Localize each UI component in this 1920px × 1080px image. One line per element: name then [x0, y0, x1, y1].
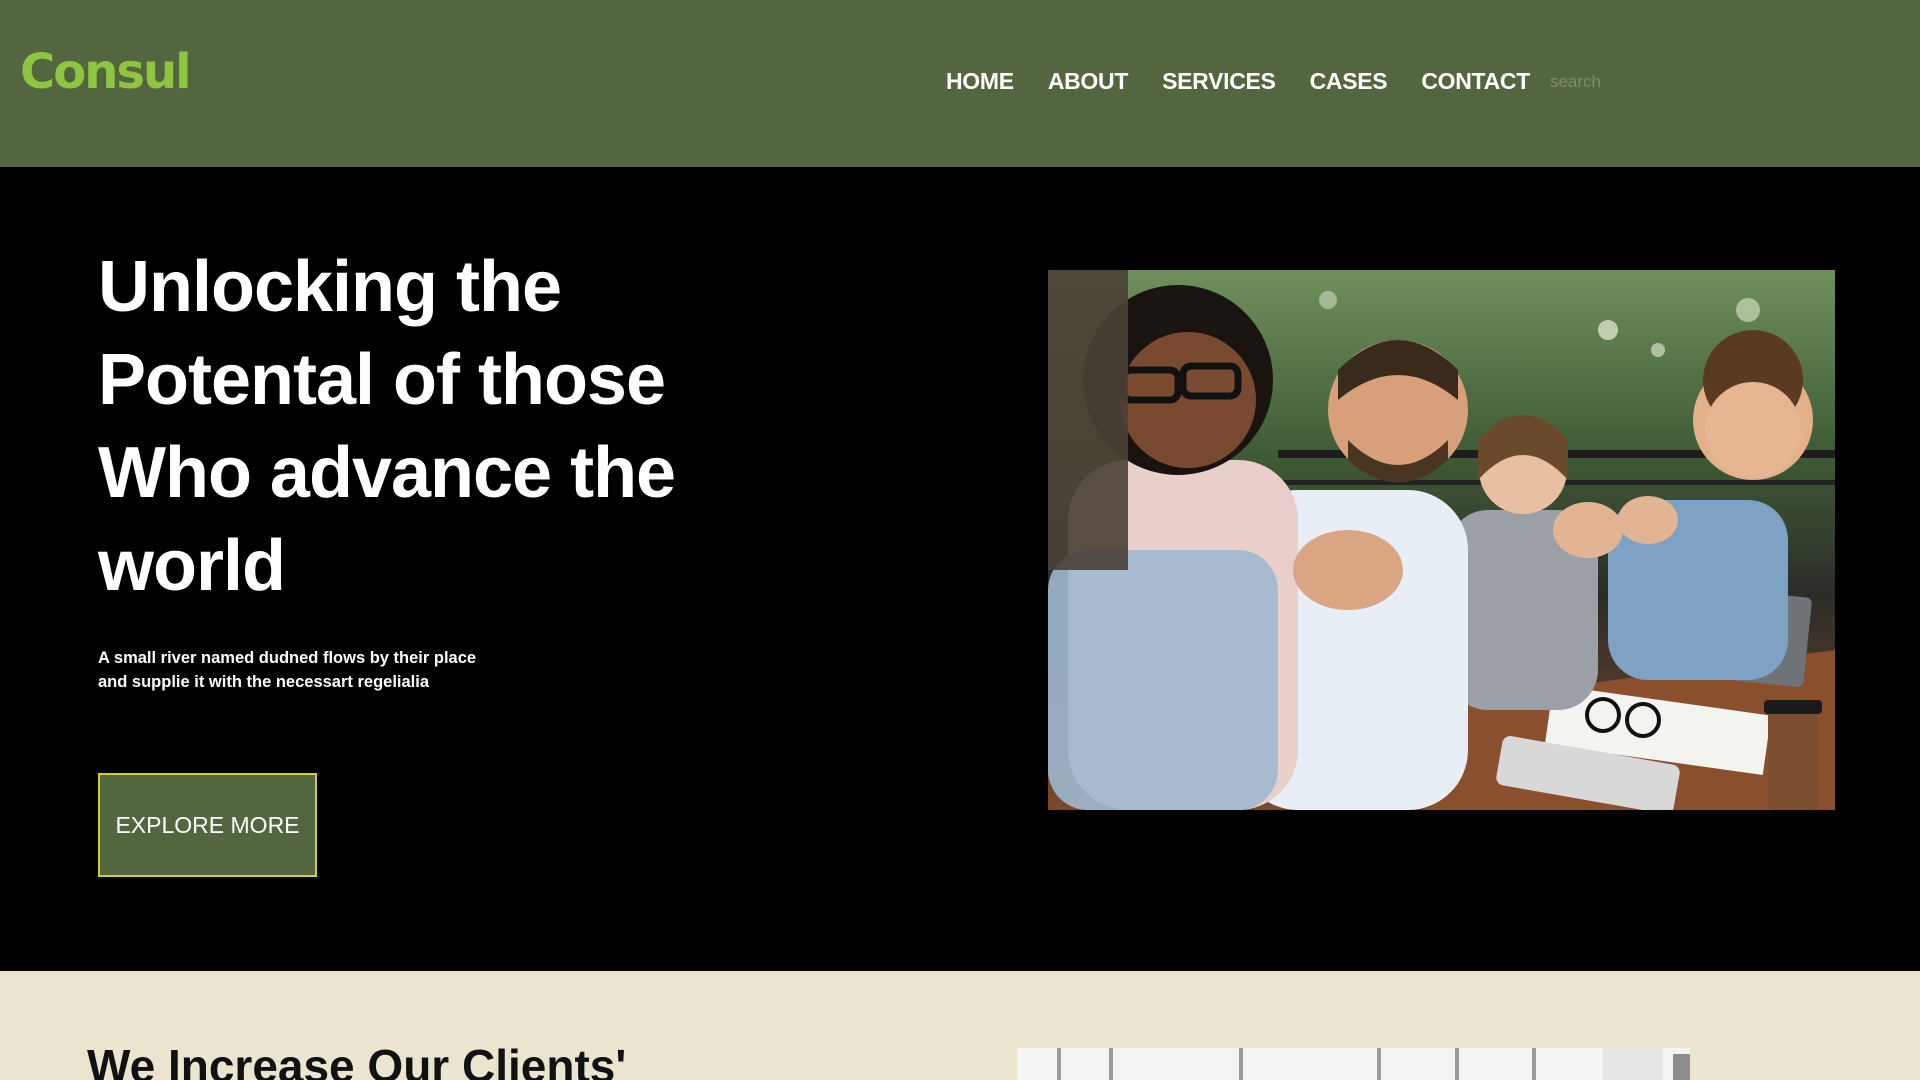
- hero-title-line: Potental of those: [98, 340, 666, 420]
- nav-contact[interactable]: CONTACT: [1421, 68, 1530, 95]
- team-photo-illustration: [1048, 270, 1835, 810]
- hero-team-photo: [1048, 270, 1835, 810]
- hero-title-line: Who advance the: [98, 433, 676, 513]
- hero-title-line: Unlocking the: [98, 247, 562, 327]
- clients-image: [1017, 1048, 1690, 1080]
- nav-about[interactable]: ABOUT: [1048, 68, 1129, 95]
- hero-subtitle-line: and supplie it with the necessart regeli…: [98, 673, 430, 691]
- blinds-illustration: [1017, 1048, 1690, 1080]
- site-header: Consul HOME ABOUT SERVICES CASES CONTACT: [0, 0, 1920, 167]
- clients-section: We Increase Our Clients': [0, 971, 1920, 1080]
- nav-cases[interactable]: CASES: [1310, 68, 1388, 95]
- main-nav: HOME ABOUT SERVICES CASES CONTACT: [946, 68, 1670, 95]
- hero-subtitle-line: A small river named dudned flows by thei…: [98, 649, 477, 667]
- nav-services[interactable]: SERVICES: [1162, 68, 1276, 95]
- search-input[interactable]: [1549, 71, 1670, 92]
- explore-more-button[interactable]: EXPLORE MORE: [98, 773, 317, 877]
- hero-subtitle: A small river named dudned flows by thei…: [98, 646, 518, 694]
- clients-heading: We Increase Our Clients': [87, 1040, 627, 1080]
- hero-title-line: world: [98, 526, 286, 606]
- hero-title: Unlocking the Potental of those Who adva…: [98, 241, 718, 613]
- logo[interactable]: Consul: [20, 44, 192, 100]
- hero-section: Unlocking the Potental of those Who adva…: [0, 167, 1920, 971]
- nav-home[interactable]: HOME: [946, 68, 1014, 95]
